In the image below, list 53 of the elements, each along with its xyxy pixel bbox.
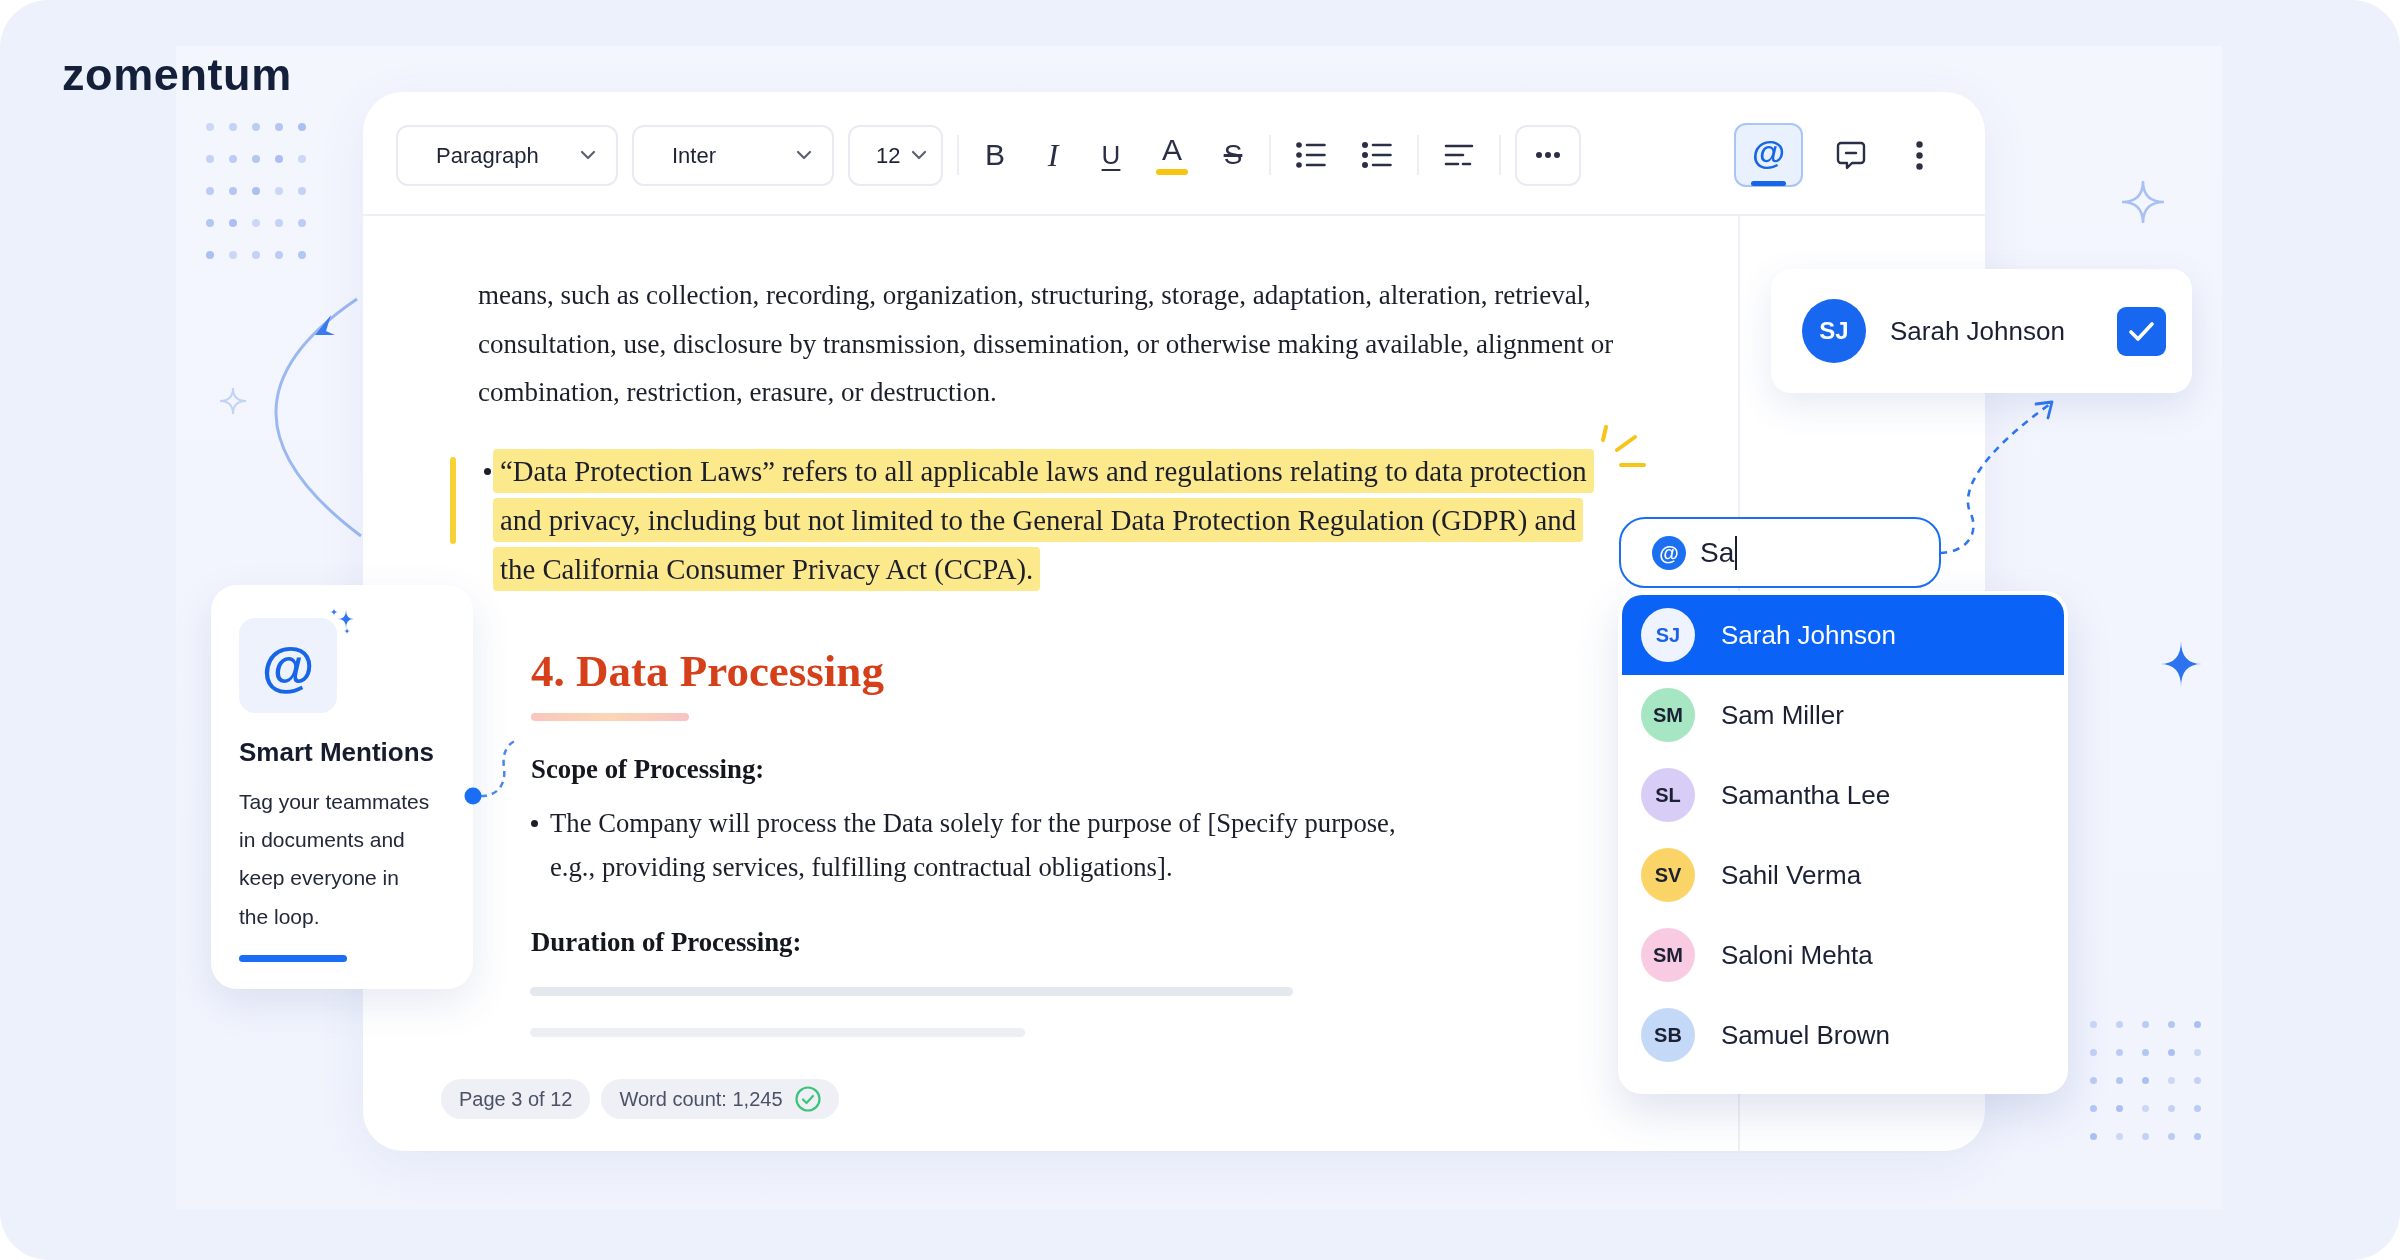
avatar: SV (1641, 848, 1695, 902)
chevron-down-icon (580, 150, 596, 160)
font-family-select[interactable]: Inter (632, 124, 834, 186)
text-color-button[interactable]: A (1147, 127, 1197, 183)
section-heading: 4. Data Processing (531, 645, 884, 696)
word-count-label: Word count: 1,245 (619, 1087, 783, 1112)
page-indicator: Page 3 of 12 (441, 1079, 591, 1119)
bullet-icon (484, 467, 491, 475)
check-circle-icon (794, 1086, 821, 1112)
feature-description: Tag your teammates in documents and keep everyone in the loop. (239, 788, 431, 930)
paragraph-style-select[interactable]: Paragraph (396, 124, 618, 186)
text-cursor-icon (1735, 535, 1738, 570)
avatar: SM (1641, 688, 1695, 742)
mention-option[interactable]: SL Samantha Lee (1622, 755, 2064, 835)
mention-option[interactable]: SM Saloni Mehta (1622, 915, 2064, 995)
comment-icon (1836, 140, 1866, 170)
more-button[interactable] (1515, 124, 1581, 186)
checkbox[interactable] (2117, 306, 2166, 356)
bullet-list-icon (1362, 142, 1392, 168)
underline-button[interactable]: U (1089, 127, 1133, 183)
kebab-menu-icon (1915, 140, 1923, 170)
mention-symbol: @ (1652, 535, 1686, 570)
font-size-select[interactable]: 12 (848, 124, 943, 186)
bullet-list-icon (1296, 142, 1326, 168)
feature-title: Smart Mentions (239, 738, 436, 768)
document-paragraph: means, such as collection, recording, organization, structuring, storage, adaptation, alteration, retrieval, consultation, use, disclosure by transmission, dissemination, or otherwise making available, alignment or combination, restriction, erasure, or destruction. (478, 279, 1615, 409)
mention-search-field[interactable]: @ Sa (1619, 517, 1941, 588)
align-left-icon (1444, 144, 1474, 166)
sparkle-icon (2120, 179, 2166, 225)
subsection-heading: Scope of Processing: (531, 752, 765, 786)
list-item-text: The Company will process the Data solely for the purpose of [Specify purpose, e.g., providing services, fulfilling contractual obligations]. (550, 806, 1397, 884)
mention-symbol: @ (239, 618, 337, 713)
avatar: SJ (1802, 299, 1866, 363)
mention-option[interactable]: SM Sam Miller (1622, 675, 2064, 755)
bold-button[interactable]: B (973, 127, 1017, 183)
bullet-icon (531, 819, 538, 827)
logo: zomentum (62, 48, 292, 102)
mention-option[interactable]: SB Samuel Brown (1622, 995, 2064, 1075)
strikethrough-button[interactable]: S (1211, 127, 1255, 183)
mention-option[interactable]: SV Sahil Verma (1622, 835, 2064, 915)
avatar: SB (1641, 1008, 1695, 1062)
italic-button[interactable]: I (1031, 127, 1075, 183)
avatar: SM (1641, 928, 1695, 982)
mention-button[interactable]: @ (1734, 123, 1803, 187)
sparkle-icon (218, 386, 248, 416)
avatar: SJ (1641, 608, 1695, 662)
avatar: SL (1641, 768, 1695, 822)
more-icon (1536, 152, 1560, 158)
subsection-heading: Duration of Processing: (531, 925, 802, 959)
mention-option[interactable]: SJ Sarah Johnson (1622, 595, 2064, 675)
chevron-down-icon (796, 150, 812, 160)
assignee-name: Sarah Johnson (1890, 314, 2065, 348)
chevron-down-icon (911, 150, 927, 160)
